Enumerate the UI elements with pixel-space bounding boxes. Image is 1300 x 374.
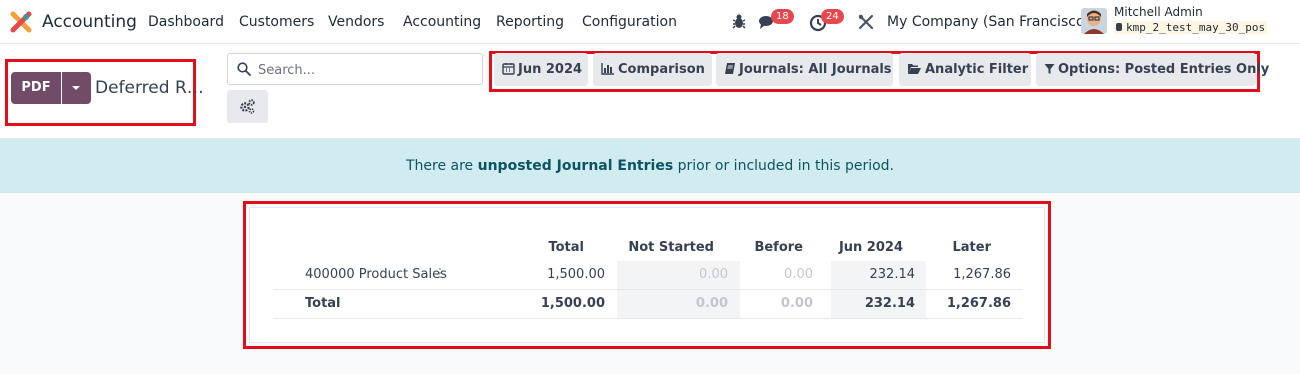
book-icon xyxy=(725,63,735,74)
settings-tools-icon[interactable] xyxy=(856,12,876,32)
activities-count-badge: 24 xyxy=(821,9,844,24)
unposted-entries-link[interactable]: unposted Journal Entries xyxy=(478,158,674,174)
database-name: kmp_2_test_may_30_pos xyxy=(1114,21,1268,34)
cell-total: 1,500.00 xyxy=(540,296,605,311)
cell-total: 1,500.00 xyxy=(547,267,605,282)
alert-text-prefix: There are xyxy=(405,158,478,174)
menu-configuration[interactable]: Configuration xyxy=(582,14,677,30)
menu-accounting[interactable]: Accounting xyxy=(403,14,481,30)
company-switcher[interactable]: My Company (San Francisco) xyxy=(887,14,1090,30)
pdf-dropdown-toggle[interactable] xyxy=(62,72,91,104)
row-divider xyxy=(273,318,1023,319)
cell-before: 0.00 xyxy=(780,296,813,311)
comparison-filter-label: Comparison xyxy=(618,62,705,77)
top-navbar: Accounting Dashboard Customers Vendors A… xyxy=(0,0,1300,44)
alert-text-suffix: prior or included in this period. xyxy=(673,158,894,174)
bar-chart-icon xyxy=(601,63,614,75)
cell-not-started: 0.00 xyxy=(695,296,728,311)
report-title: Deferred R… xyxy=(95,78,204,98)
user-name[interactable]: Mitchell Admin xyxy=(1114,5,1203,19)
comparison-filter-button[interactable]: Comparison xyxy=(593,53,712,86)
column-header-jun-2024[interactable]: Jun 2024 xyxy=(830,240,903,255)
pdf-button[interactable]: PDF xyxy=(11,72,61,104)
database-label: kmp_2_test_may_30_pos xyxy=(1126,21,1266,34)
user-avatar[interactable] xyxy=(1081,8,1107,34)
date-filter-label: Jun 2024 xyxy=(518,62,583,77)
cell-jun-2024: 232.14 xyxy=(869,267,916,282)
analytic-filter-button[interactable]: Analytic Filter xyxy=(899,53,1031,86)
messages-count-badge: 18 xyxy=(771,9,794,24)
options-filter-button[interactable]: Options: Posted Entries Only xyxy=(1036,53,1269,86)
search-icon xyxy=(237,62,251,76)
row-divider xyxy=(273,289,1023,290)
app-title[interactable]: Accounting xyxy=(42,12,137,32)
account-line-label[interactable]: 400000 Product Sales xyxy=(305,267,447,282)
column-header-total[interactable]: Total xyxy=(537,240,584,255)
debug-bug-icon[interactable] xyxy=(729,12,749,32)
cell-jun-2024: 232.14 xyxy=(864,296,915,311)
filter-funnel-icon xyxy=(1044,64,1055,74)
column-header-not-started[interactable]: Not Started xyxy=(620,240,714,255)
cell-not-started: 0.00 xyxy=(699,267,728,282)
journals-filter-label: Journals: All Journals xyxy=(739,62,892,77)
search-input[interactable] xyxy=(258,60,473,80)
search-box[interactable] xyxy=(227,53,483,85)
database-icon xyxy=(1116,23,1122,31)
cell-later: 1,267.86 xyxy=(953,267,1011,282)
date-filter-button[interactable]: Jun 2024 xyxy=(494,53,588,86)
settings-gears-button[interactable] xyxy=(227,90,268,123)
analytic-filter-label: Analytic Filter xyxy=(925,62,1029,77)
accounting-app-icon[interactable] xyxy=(10,11,32,33)
options-filter-label: Options: Posted Entries Only xyxy=(1058,62,1270,77)
total-line-label: Total xyxy=(305,296,341,311)
journals-filter-button[interactable]: Journals: All Journals xyxy=(716,53,893,86)
caret-down-icon xyxy=(72,86,80,90)
unposted-entries-alert: There are unposted Journal Entries prior… xyxy=(0,139,1300,193)
column-header-before[interactable]: Before xyxy=(740,240,803,255)
cell-later: 1,267.86 xyxy=(946,296,1011,311)
menu-reporting[interactable]: Reporting xyxy=(496,14,564,30)
menu-dashboard[interactable]: Dashboard xyxy=(148,14,224,30)
menu-vendors[interactable]: Vendors xyxy=(328,14,384,30)
menu-customers[interactable]: Customers xyxy=(239,14,314,30)
calendar-icon xyxy=(502,63,515,75)
column-header-later[interactable]: Later xyxy=(940,240,992,255)
cell-before: 0.00 xyxy=(784,267,813,282)
gears-icon xyxy=(240,99,255,114)
line-options-kebab-icon[interactable] xyxy=(438,268,442,280)
folder-open-icon xyxy=(908,64,921,74)
